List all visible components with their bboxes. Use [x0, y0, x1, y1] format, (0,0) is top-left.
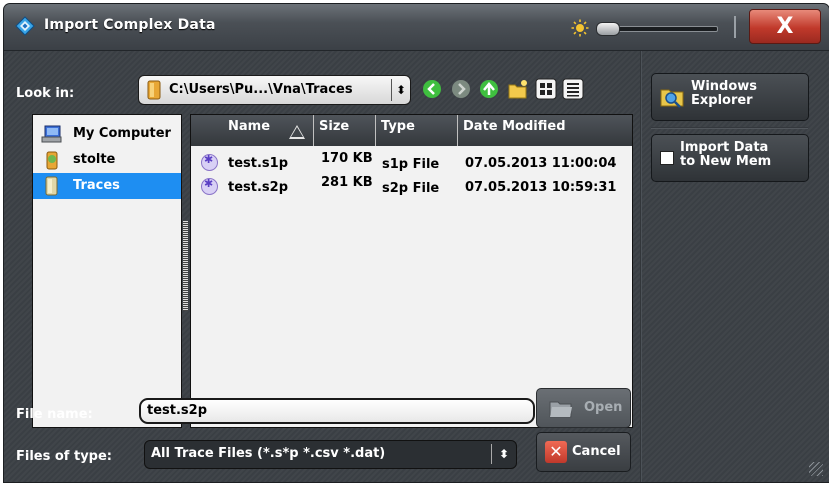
- folder-icon: [147, 80, 161, 100]
- folder-open-icon: [549, 401, 572, 418]
- folder-icon: [45, 176, 58, 196]
- computer-icon: [41, 125, 62, 143]
- title-bar[interactable]: Import Complex Data X: [4, 4, 829, 51]
- open-label: Open: [584, 400, 623, 415]
- file-type: s2p File: [382, 181, 440, 196]
- column-header-size[interactable]: Size: [314, 115, 376, 146]
- import-line2: to New Mem: [680, 154, 772, 169]
- title-separator: [734, 16, 736, 38]
- import-new-mem-text: Import Data to New Mem: [680, 141, 771, 169]
- column-size-label: Size: [319, 119, 350, 134]
- file-name: test.s1p: [228, 156, 289, 171]
- forward-arrow-icon[interactable]: [450, 78, 472, 100]
- place-label: stolte: [73, 152, 116, 167]
- file-type-label: Files of type:: [16, 449, 112, 464]
- import-new-mem-checkbox[interactable]: [660, 151, 674, 165]
- new-folder-icon[interactable]: [507, 78, 529, 100]
- windows-explorer-line1: Windows: [691, 79, 758, 94]
- file-type-value: All Trace Files (*.s*p *.csv *.dat): [151, 446, 386, 461]
- app-diamond-icon: [15, 16, 35, 36]
- import-to-new-mem-toggle[interactable]: Import Data to New Mem: [651, 134, 809, 182]
- file-type-combo[interactable]: All Trace Files (*.s*p *.csv *.dat) ⬍: [144, 440, 517, 469]
- windows-explorer-line2: Explorer: [691, 93, 753, 108]
- place-label: Traces: [73, 178, 120, 193]
- list-view-icon[interactable]: [562, 78, 584, 100]
- file-size: 170 KB: [321, 151, 373, 166]
- window-title: Import Complex Data: [44, 17, 216, 33]
- place-my-computer[interactable]: My Computer: [33, 121, 181, 147]
- places-panel: My Computer stolte Traces: [32, 114, 182, 428]
- file-date: 07.05.2013 10:59:31: [465, 180, 617, 195]
- look-in-label: Look in:: [16, 86, 75, 101]
- touchstone-file-icon: [201, 153, 218, 171]
- file-name-input[interactable]: test.s2p: [139, 398, 535, 424]
- file-type: s1p File: [382, 157, 440, 172]
- user-icon: [46, 151, 58, 170]
- place-stolte[interactable]: stolte: [33, 147, 181, 173]
- file-name-label: File name:: [16, 407, 93, 422]
- back-arrow-icon[interactable]: [421, 78, 443, 100]
- column-header-name[interactable]: Name: [191, 115, 314, 146]
- import-complex-data-dialog: Import Complex Data X Look in: C:\Users\…: [4, 4, 829, 482]
- cancel-label: Cancel: [572, 444, 621, 459]
- brightness-sun-icon: [571, 19, 589, 37]
- look-in-combo[interactable]: C:\Users\Pu...\Vna\Traces ⬍: [138, 75, 411, 105]
- file-name: test.s2p: [228, 180, 289, 195]
- open-button[interactable]: Open: [536, 388, 631, 428]
- file-row[interactable]: test.s1p 170 KB s1p File 07.05.2013 11:0…: [191, 151, 632, 175]
- column-header-type[interactable]: Type: [376, 115, 458, 146]
- panel-splitter[interactable]: [183, 221, 188, 311]
- look-in-spinner[interactable]: ⬍: [391, 79, 410, 101]
- file-list: Name Size Type Date Modified test.s1p 17…: [190, 114, 633, 428]
- windows-explorer-button[interactable]: Windows Explorer: [651, 73, 809, 121]
- look-in-path: C:\Users\Pu...\Vna\Traces: [169, 82, 353, 97]
- file-size: 281 KB: [321, 175, 373, 190]
- column-date-label: Date Modified: [463, 119, 566, 134]
- transparency-slider[interactable]: [596, 22, 718, 36]
- file-date: 07.05.2013 11:00:04: [465, 156, 617, 171]
- sort-ascending-icon: [289, 125, 305, 139]
- slider-thumb[interactable]: [596, 22, 620, 36]
- windows-explorer-icon: [660, 89, 684, 108]
- file-type-spinner[interactable]: ⬍: [491, 444, 516, 464]
- resize-grip[interactable]: [809, 462, 823, 476]
- place-traces[interactable]: Traces: [33, 173, 181, 199]
- cancel-x-icon: ✕: [545, 441, 567, 463]
- side-separator: [651, 127, 808, 129]
- cancel-button[interactable]: ✕ Cancel: [536, 432, 631, 472]
- windows-explorer-text: Windows Explorer: [691, 80, 757, 108]
- column-name-label: Name: [228, 119, 271, 134]
- vertical-separator: [640, 51, 642, 482]
- touchstone-file-icon: [201, 177, 218, 195]
- file-row[interactable]: test.s2p 281 KB s2p File 07.05.2013 10:5…: [191, 175, 632, 199]
- up-folder-icon[interactable]: [478, 78, 500, 100]
- column-type-label: Type: [381, 119, 415, 134]
- icon-view-icon[interactable]: [535, 78, 557, 100]
- column-header-date[interactable]: Date Modified: [458, 115, 632, 146]
- dialog-body: Look in: C:\Users\Pu...\Vna\Traces ⬍ My …: [4, 51, 829, 482]
- close-button[interactable]: X: [749, 9, 821, 44]
- place-label: My Computer: [73, 126, 171, 141]
- import-line1: Import Data: [680, 140, 769, 155]
